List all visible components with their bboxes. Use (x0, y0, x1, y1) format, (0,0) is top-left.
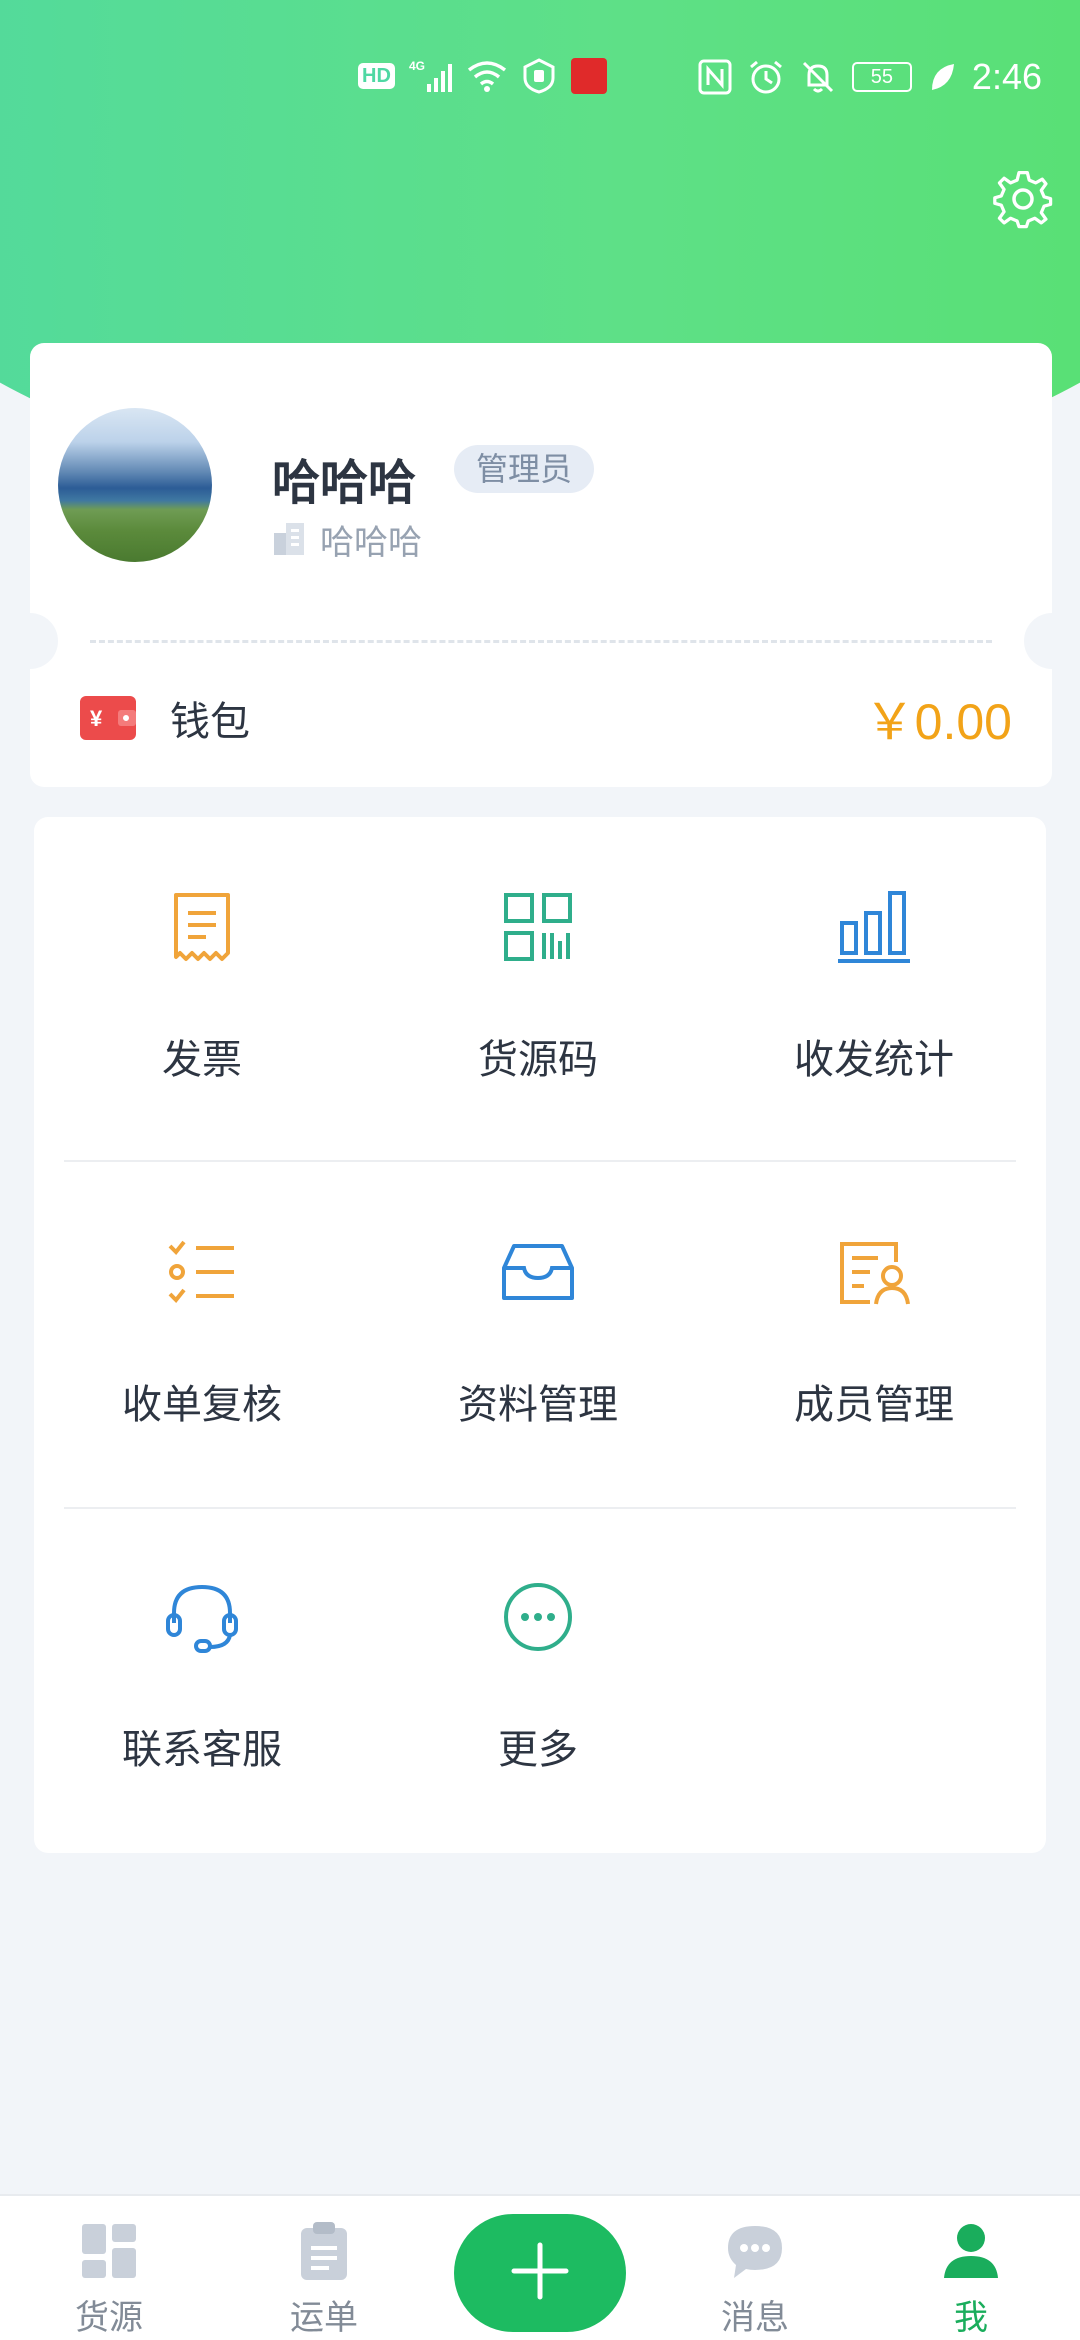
dashed-divider (90, 640, 992, 643)
wallet-amount: ￥0.00 (864, 694, 1012, 750)
menu-item-label: 收发统计 (794, 1037, 954, 1083)
person-icon (940, 2220, 1002, 2282)
company-row: 哈哈哈 (272, 515, 422, 564)
menu-item-more[interactable]: 更多 (370, 1507, 706, 1852)
status-bar: HD 4G 55 2:46 (0, 0, 1080, 160)
menu-item-customer-service[interactable]: 联系客服 (34, 1507, 370, 1852)
menu-item-label: 发票 (162, 1037, 242, 1083)
menu-row: 收单复核 资料管理 成员管理 (34, 1162, 1046, 1507)
profile-card[interactable]: 哈哈哈 管理员 哈哈哈 ¥ 钱包 ￥0.00 (2, 343, 1080, 787)
plus-icon (510, 2241, 570, 2305)
dashboard-icon (78, 2220, 140, 2282)
nav-label: 消息 (721, 2298, 789, 2338)
avatar[interactable] (58, 408, 212, 562)
mute-bell-icon (800, 59, 836, 95)
profile-page: HD 4G 55 2:46 哈哈哈 管理员 哈哈哈 ¥ 钱包 ￥0.00 发票 … (0, 0, 1080, 2340)
menu-item-label: 联系客服 (122, 1727, 282, 1773)
wallet-label: 钱包 (170, 699, 250, 745)
nav-label: 我 (954, 2298, 988, 2338)
wallet-icon: ¥ (80, 696, 136, 740)
alarm-icon (748, 59, 784, 95)
menu-item-invoice[interactable]: 发票 (34, 817, 370, 1162)
nav-item-me[interactable]: 我 (896, 2196, 1046, 2340)
settings-gear-icon[interactable] (992, 168, 1054, 230)
menu-row: 联系客服 更多 (34, 1507, 1046, 1852)
card-notch-left (2, 613, 58, 669)
add-button[interactable] (454, 2214, 626, 2332)
status-right-icons: 55 2:46 (698, 56, 1042, 98)
chat-icon (724, 2220, 786, 2282)
invoice-icon (162, 887, 242, 967)
menu-item-label: 更多 (498, 1727, 578, 1773)
nfc-icon (698, 59, 732, 95)
nav-label: 货源 (75, 2298, 143, 2338)
menu-item-data-management[interactable]: 资料管理 (370, 1162, 706, 1507)
menu-item-receipt-review[interactable]: 收单复核 (34, 1162, 370, 1507)
inbox-icon (498, 1232, 578, 1312)
status-left-icons: HD 4G (358, 58, 607, 94)
nav-item-messages[interactable]: 消息 (680, 2196, 830, 2340)
qr-code-icon (498, 887, 578, 967)
nav-item-cargo[interactable]: 货源 (34, 2196, 184, 2340)
menu-row: 发票 货源码 收发统计 (34, 817, 1046, 1162)
more-icon (498, 1577, 578, 1657)
nav-label: 运单 (290, 2298, 358, 2338)
clock: 2:46 (971, 56, 1042, 97)
nav-item-waybill[interactable]: 运单 (249, 2196, 399, 2340)
menu-item-cargo-code[interactable]: 货源码 (370, 817, 706, 1162)
app-notification-icon (570, 58, 607, 94)
battery-icon: 55 (851, 62, 912, 92)
hd-badge: HD (358, 63, 395, 89)
menu-item-member-management[interactable]: 成员管理 (706, 1162, 1042, 1507)
menu-item-label: 收单复核 (122, 1382, 282, 1428)
user-name: 哈哈哈 (272, 455, 417, 511)
network-type: 4G (409, 59, 425, 73)
signal-icon: 4G (409, 58, 453, 94)
wallet-row[interactable]: ¥ 钱包 ￥0.00 (80, 683, 1012, 753)
menu-item-statistics[interactable]: 收发统计 (706, 817, 1042, 1162)
clipboard-icon (293, 2220, 355, 2282)
member-card-icon (834, 1232, 914, 1312)
function-menu: 发票 货源码 收发统计 收单复核 资料管理 成员管理 联系客服 更多 (34, 817, 1046, 1853)
wallet-icon-symbol: ¥ (90, 706, 103, 731)
menu-item-label: 成员管理 (794, 1382, 954, 1428)
role-badge: 管理员 (454, 445, 595, 493)
company-name: 哈哈哈 (320, 523, 422, 563)
wifi-icon (467, 59, 507, 93)
bar-chart-icon (834, 887, 914, 967)
checklist-icon (162, 1232, 242, 1312)
menu-item-label: 资料管理 (458, 1382, 618, 1428)
building-icon (272, 519, 306, 561)
headset-icon (162, 1577, 242, 1657)
menu-item-label: 货源码 (478, 1037, 598, 1083)
card-notch-right (1024, 613, 1080, 669)
hand-shield-icon (521, 58, 557, 94)
leaf-icon (928, 62, 956, 92)
